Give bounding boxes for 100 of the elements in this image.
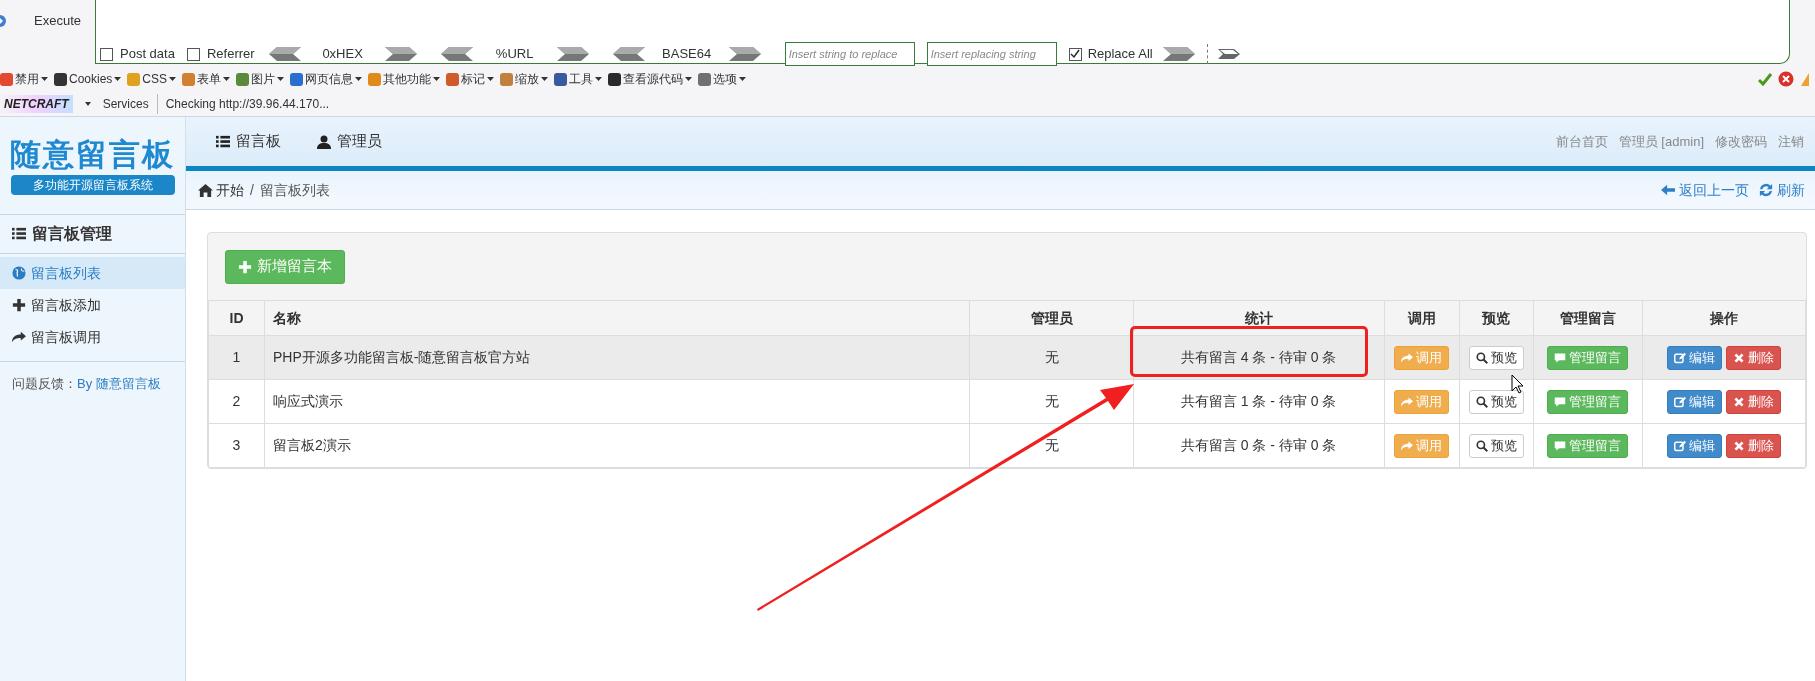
caret-icon <box>685 77 693 81</box>
edit-button[interactable]: 编辑 <box>1666 433 1722 458</box>
toolbar-menu[interactable]: 图片 <box>236 70 285 88</box>
table-cell: 共有留言 1 条 - 待审 0 条 <box>1133 379 1385 424</box>
column-header: 管理员 <box>969 300 1134 336</box>
delete-button[interactable]: 删除 <box>1725 345 1781 370</box>
table-cell: 3 <box>208 423 265 468</box>
caret-icon <box>355 77 363 81</box>
sidebar-item[interactable]: 留言板添加 <box>0 289 185 321</box>
checkbox-label: Referrer <box>206 45 255 64</box>
warning-icon <box>1800 71 1809 87</box>
toolbar-menu[interactable]: 表单 <box>182 70 231 88</box>
services-menu[interactable]: Services <box>102 95 149 113</box>
column-header: 管理留言 <box>1533 300 1643 336</box>
caret-icon <box>541 77 549 81</box>
chevron-right-icon[interactable] <box>556 47 591 61</box>
page-action-link[interactable]: 刷新 <box>1759 179 1805 201</box>
netcraft-logo[interactable]: NETCRAFT <box>0 95 73 113</box>
table-cell: 共有留言 4 条 - 待审 0 条 <box>1133 335 1385 380</box>
refresh-icon <box>1759 183 1773 197</box>
search-icon <box>1475 351 1488 364</box>
list-icon <box>12 227 26 241</box>
caret-icon <box>487 77 495 81</box>
encoder-label: BASE64 <box>661 45 713 64</box>
table-cell: 1 <box>208 335 265 380</box>
table-cell: 留言板2演示 <box>264 423 970 468</box>
nav-link[interactable]: 管理员 <box>317 130 382 153</box>
share-arrow-icon <box>1401 439 1414 452</box>
column-header: ID <box>208 300 265 336</box>
column-header: 统计 <box>1133 300 1385 336</box>
check-icon <box>1758 72 1772 86</box>
chevron-right-icon[interactable] <box>384 47 419 61</box>
column-header: 操作 <box>1642 300 1806 336</box>
chevron-right-icon[interactable] <box>1217 49 1240 59</box>
chevron-right-icon[interactable] <box>728 47 763 61</box>
edit-icon <box>1673 351 1686 364</box>
toolbar-menu[interactable]: 查看源代码 <box>608 70 693 88</box>
caret-icon <box>84 102 91 106</box>
caret-icon <box>739 77 747 81</box>
edit-icon <box>1673 395 1686 408</box>
chevron-right-icon[interactable] <box>1162 47 1197 61</box>
breadcrumb-link[interactable]: 开始 <box>198 179 244 201</box>
toolbar-menu[interactable]: 工具 <box>554 70 603 88</box>
close-icon <box>1732 439 1745 452</box>
feedback-label: 问题反馈： <box>12 375 77 393</box>
table-cell: 响应式演示 <box>264 379 970 424</box>
toolbar-menu[interactable]: 其他功能 <box>368 70 441 88</box>
table-cell: 无 <box>969 335 1134 380</box>
page-action-link[interactable]: 返回上一页 <box>1661 179 1749 201</box>
toolbar-menu[interactable]: 缩放 <box>500 70 549 88</box>
edit-button[interactable]: 编辑 <box>1666 389 1722 414</box>
close-icon <box>1732 351 1745 364</box>
sidebar-item[interactable]: 留言板调用 <box>0 321 185 353</box>
home-icon <box>198 182 213 198</box>
encoder-label: 0xHEX <box>321 45 364 64</box>
sidebar-item[interactable]: 留言板列表 <box>0 257 185 289</box>
toolbar-menu[interactable]: Cookies <box>54 70 122 88</box>
close-icon <box>1732 395 1745 408</box>
share-arrow-icon <box>12 330 26 344</box>
table-cell: 2 <box>208 379 265 424</box>
speech-bubble-icon <box>1554 395 1567 408</box>
column-header: 名称 <box>264 300 970 336</box>
feedback-link[interactable]: By 随意留言板 <box>77 374 161 394</box>
caret-icon <box>595 77 603 81</box>
replace-field[interactable]: Insert string to replace <box>784 42 915 66</box>
column-header: 调用 <box>1384 300 1460 336</box>
encoder-label: %URL <box>494 45 535 64</box>
arrow-left-icon <box>1661 183 1675 197</box>
toolbar-menu[interactable]: 选项 <box>698 70 747 88</box>
url-textarea[interactable] <box>95 0 1790 64</box>
execute-label[interactable]: Execute <box>34 11 81 31</box>
brand-title: 随意留言板 <box>10 136 175 173</box>
nav-link[interactable]: 留言板 <box>216 130 281 153</box>
share-arrow-icon <box>1401 395 1414 408</box>
delete-button[interactable]: 删除 <box>1725 389 1781 414</box>
preview-button[interactable]: 预览 <box>1468 389 1524 414</box>
caret-icon <box>114 77 122 81</box>
toolbar-menu[interactable]: 网页信息 <box>290 70 363 88</box>
plus-icon <box>238 259 252 274</box>
plus-icon <box>12 298 26 312</box>
edit-button[interactable]: 编辑 <box>1666 345 1722 370</box>
search-icon <box>1475 439 1488 452</box>
list-icon <box>216 134 230 149</box>
speech-bubble-icon <box>1554 439 1567 452</box>
caret-icon <box>277 77 285 81</box>
error-icon <box>1778 71 1794 87</box>
search-icon <box>1475 395 1488 408</box>
replace-field[interactable]: Insert replacing string <box>926 42 1057 66</box>
table-cell: PHP开源多功能留言板-随意留言板官方站 <box>264 335 970 380</box>
caret-icon <box>433 77 441 81</box>
share-arrow-icon <box>1401 351 1414 364</box>
toolbar-menu[interactable]: 标记 <box>446 70 495 88</box>
status-text: Checking http://39.96.44.170... <box>165 96 330 113</box>
toolbar-menu[interactable]: 禁用 <box>0 70 48 88</box>
delete-button[interactable]: 删除 <box>1725 433 1781 458</box>
preview-button[interactable]: 预览 <box>1468 433 1524 458</box>
checkbox-label: Replace All <box>1087 45 1153 64</box>
toolbar-menu[interactable]: CSS <box>127 70 177 88</box>
checkbox-label: Post data <box>120 45 175 64</box>
preview-button[interactable]: 预览 <box>1468 345 1524 370</box>
